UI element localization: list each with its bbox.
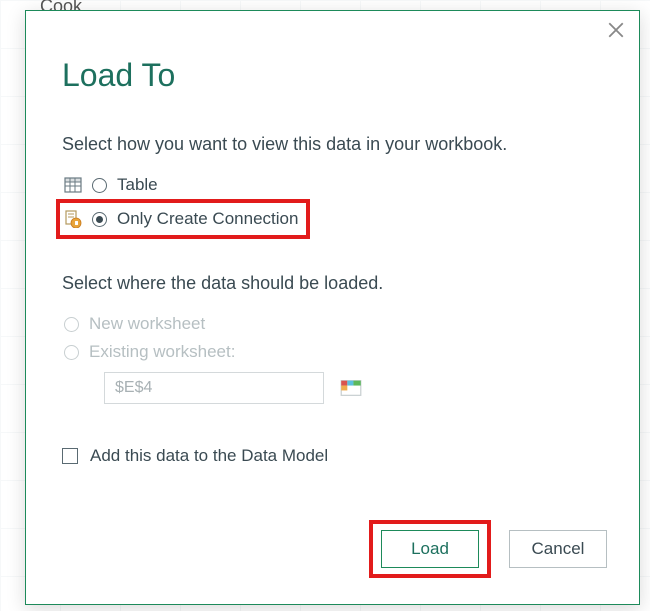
cell-picker-icon	[338, 375, 364, 401]
load-button-label: Load	[411, 539, 449, 559]
option-table[interactable]: Table	[62, 171, 603, 199]
load-button[interactable]: Load	[381, 530, 479, 568]
connection-icon	[64, 210, 82, 228]
option-only-connection[interactable]: Only Create Connection	[62, 205, 300, 233]
highlight-load-button: Load	[369, 520, 491, 578]
cancel-button[interactable]: Cancel	[509, 530, 607, 568]
datamodel-checkbox-row[interactable]: Add this data to the Data Model	[62, 446, 603, 466]
datamodel-checkbox[interactable]	[62, 448, 78, 464]
radio-existing-worksheet	[64, 345, 79, 360]
radio-table[interactable]	[92, 178, 107, 193]
cell-reference-input	[104, 372, 324, 404]
radio-new-worksheet	[64, 317, 79, 332]
load-to-dialog: Load To Select how you want to view this…	[25, 10, 640, 605]
option-existing-worksheet-label: Existing worksheet:	[89, 342, 235, 362]
option-new-worksheet: New worksheet	[62, 310, 603, 338]
dialog-title: Load To	[62, 57, 603, 94]
cancel-button-label: Cancel	[532, 539, 585, 559]
option-only-connection-label: Only Create Connection	[117, 209, 298, 229]
view-section-label: Select how you want to view this data in…	[62, 134, 603, 155]
where-section-label: Select where the data should be loaded.	[62, 273, 603, 294]
datamodel-label: Add this data to the Data Model	[90, 446, 328, 466]
option-table-label: Table	[117, 175, 158, 195]
highlight-only-connection: Only Create Connection	[56, 199, 310, 239]
option-new-worksheet-label: New worksheet	[89, 314, 205, 334]
table-icon	[64, 176, 82, 194]
option-existing-worksheet: Existing worksheet:	[62, 338, 603, 366]
close-icon[interactable]	[607, 21, 625, 43]
cell-reference-row	[104, 372, 603, 404]
radio-only-connection[interactable]	[92, 212, 107, 227]
dialog-buttons: Load Cancel	[369, 520, 607, 578]
